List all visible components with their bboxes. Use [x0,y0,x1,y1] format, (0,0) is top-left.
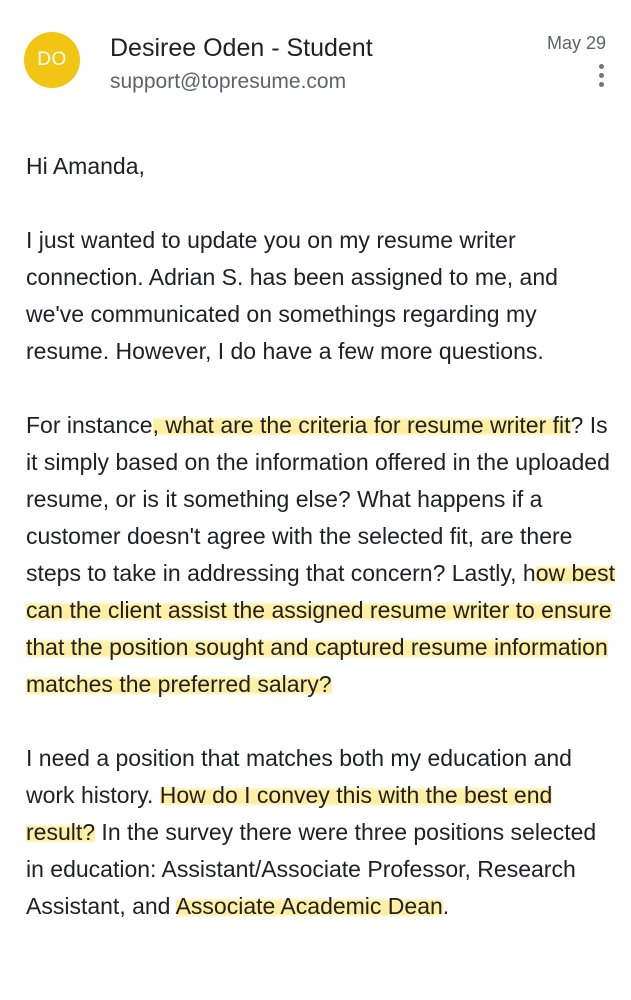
email-body: Hi Amanda, I just wanted to update you o… [26,148,616,962]
text-segment: . [442,893,450,919]
greeting: Hi Amanda, [26,153,145,179]
text-segment: ? Is it simply based on the information … [26,412,610,586]
email-header: DO Desiree Oden - Student support@topres… [0,0,631,110]
more-dot [598,64,604,69]
more-dot [598,82,604,87]
email-date: May 29 [546,33,606,53]
paragraph-3: I need a position that matches both my e… [26,740,616,925]
sender-email[interactable]: support@topresume.com [110,70,346,94]
paragraph-1: I just wanted to update you on my resume… [26,227,558,364]
sender-name[interactable]: Desiree Oden - Student [110,34,373,63]
highlighted-text: Associate Academic Dean [175,893,443,919]
paragraph-2: For instance, what are the criteria for … [26,407,616,703]
sender-avatar[interactable]: DO [24,32,80,88]
text-segment: For instance [26,412,153,438]
highlighted-text: , what are the criteria for resume write… [152,412,571,438]
more-vert-icon[interactable] [598,64,604,90]
more-dot [598,73,604,78]
